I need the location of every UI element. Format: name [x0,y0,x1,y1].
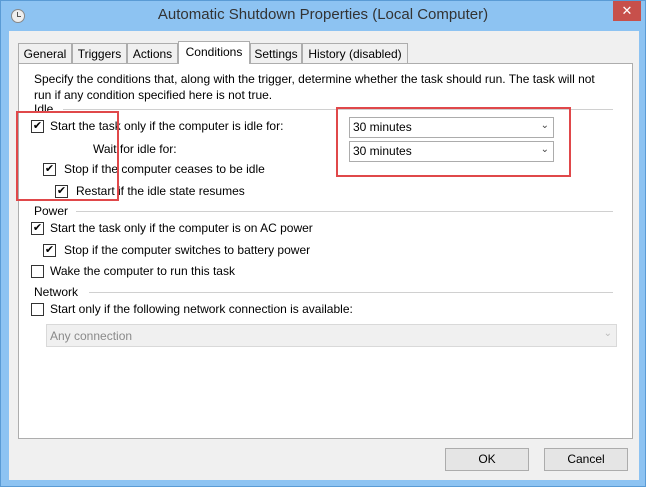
tab-actions[interactable]: Actions [127,43,178,64]
tab-general[interactable]: General [18,43,72,64]
highlight-box-dropdowns [336,107,571,177]
tab-triggers[interactable]: Triggers [72,43,127,64]
network-checkbox[interactable] [31,303,44,316]
ok-button[interactable]: OK [445,448,529,471]
network-connection-value: Any connection [50,329,133,343]
wake-checkbox[interactable] [31,265,44,278]
battery-checkbox[interactable]: ✔ [43,244,56,257]
tab-settings[interactable]: Settings [250,43,302,64]
tab-conditions[interactable]: Conditions [178,41,250,64]
description-text: Specify the conditions that, along with … [34,72,595,102]
ac-power-checkbox[interactable]: ✔ [31,222,44,235]
network-divider [89,292,613,293]
network-label: Start only if the following network conn… [50,302,353,316]
tab-history[interactable]: History (disabled) [302,43,408,64]
close-button[interactable]: ✕ [613,1,641,21]
power-divider [76,211,613,212]
battery-label: Stop if the computer switches to battery… [64,243,311,257]
wake-label: Wake the computer to run this task [50,264,235,278]
network-connection-dropdown[interactable]: Any connection ⌄ [46,324,617,347]
power-group-label: Power [34,204,69,218]
chevron-down-icon: ⌄ [603,328,612,339]
cancel-button[interactable]: Cancel [544,448,628,471]
dialog-window: Automatic Shutdown Properties (Local Com… [0,0,646,487]
window-title: Automatic Shutdown Properties (Local Com… [157,6,489,23]
highlight-box-checkboxes [16,111,119,201]
ac-power-label: Start the task only if the computer is o… [50,221,313,235]
network-group-label: Network [34,285,79,299]
